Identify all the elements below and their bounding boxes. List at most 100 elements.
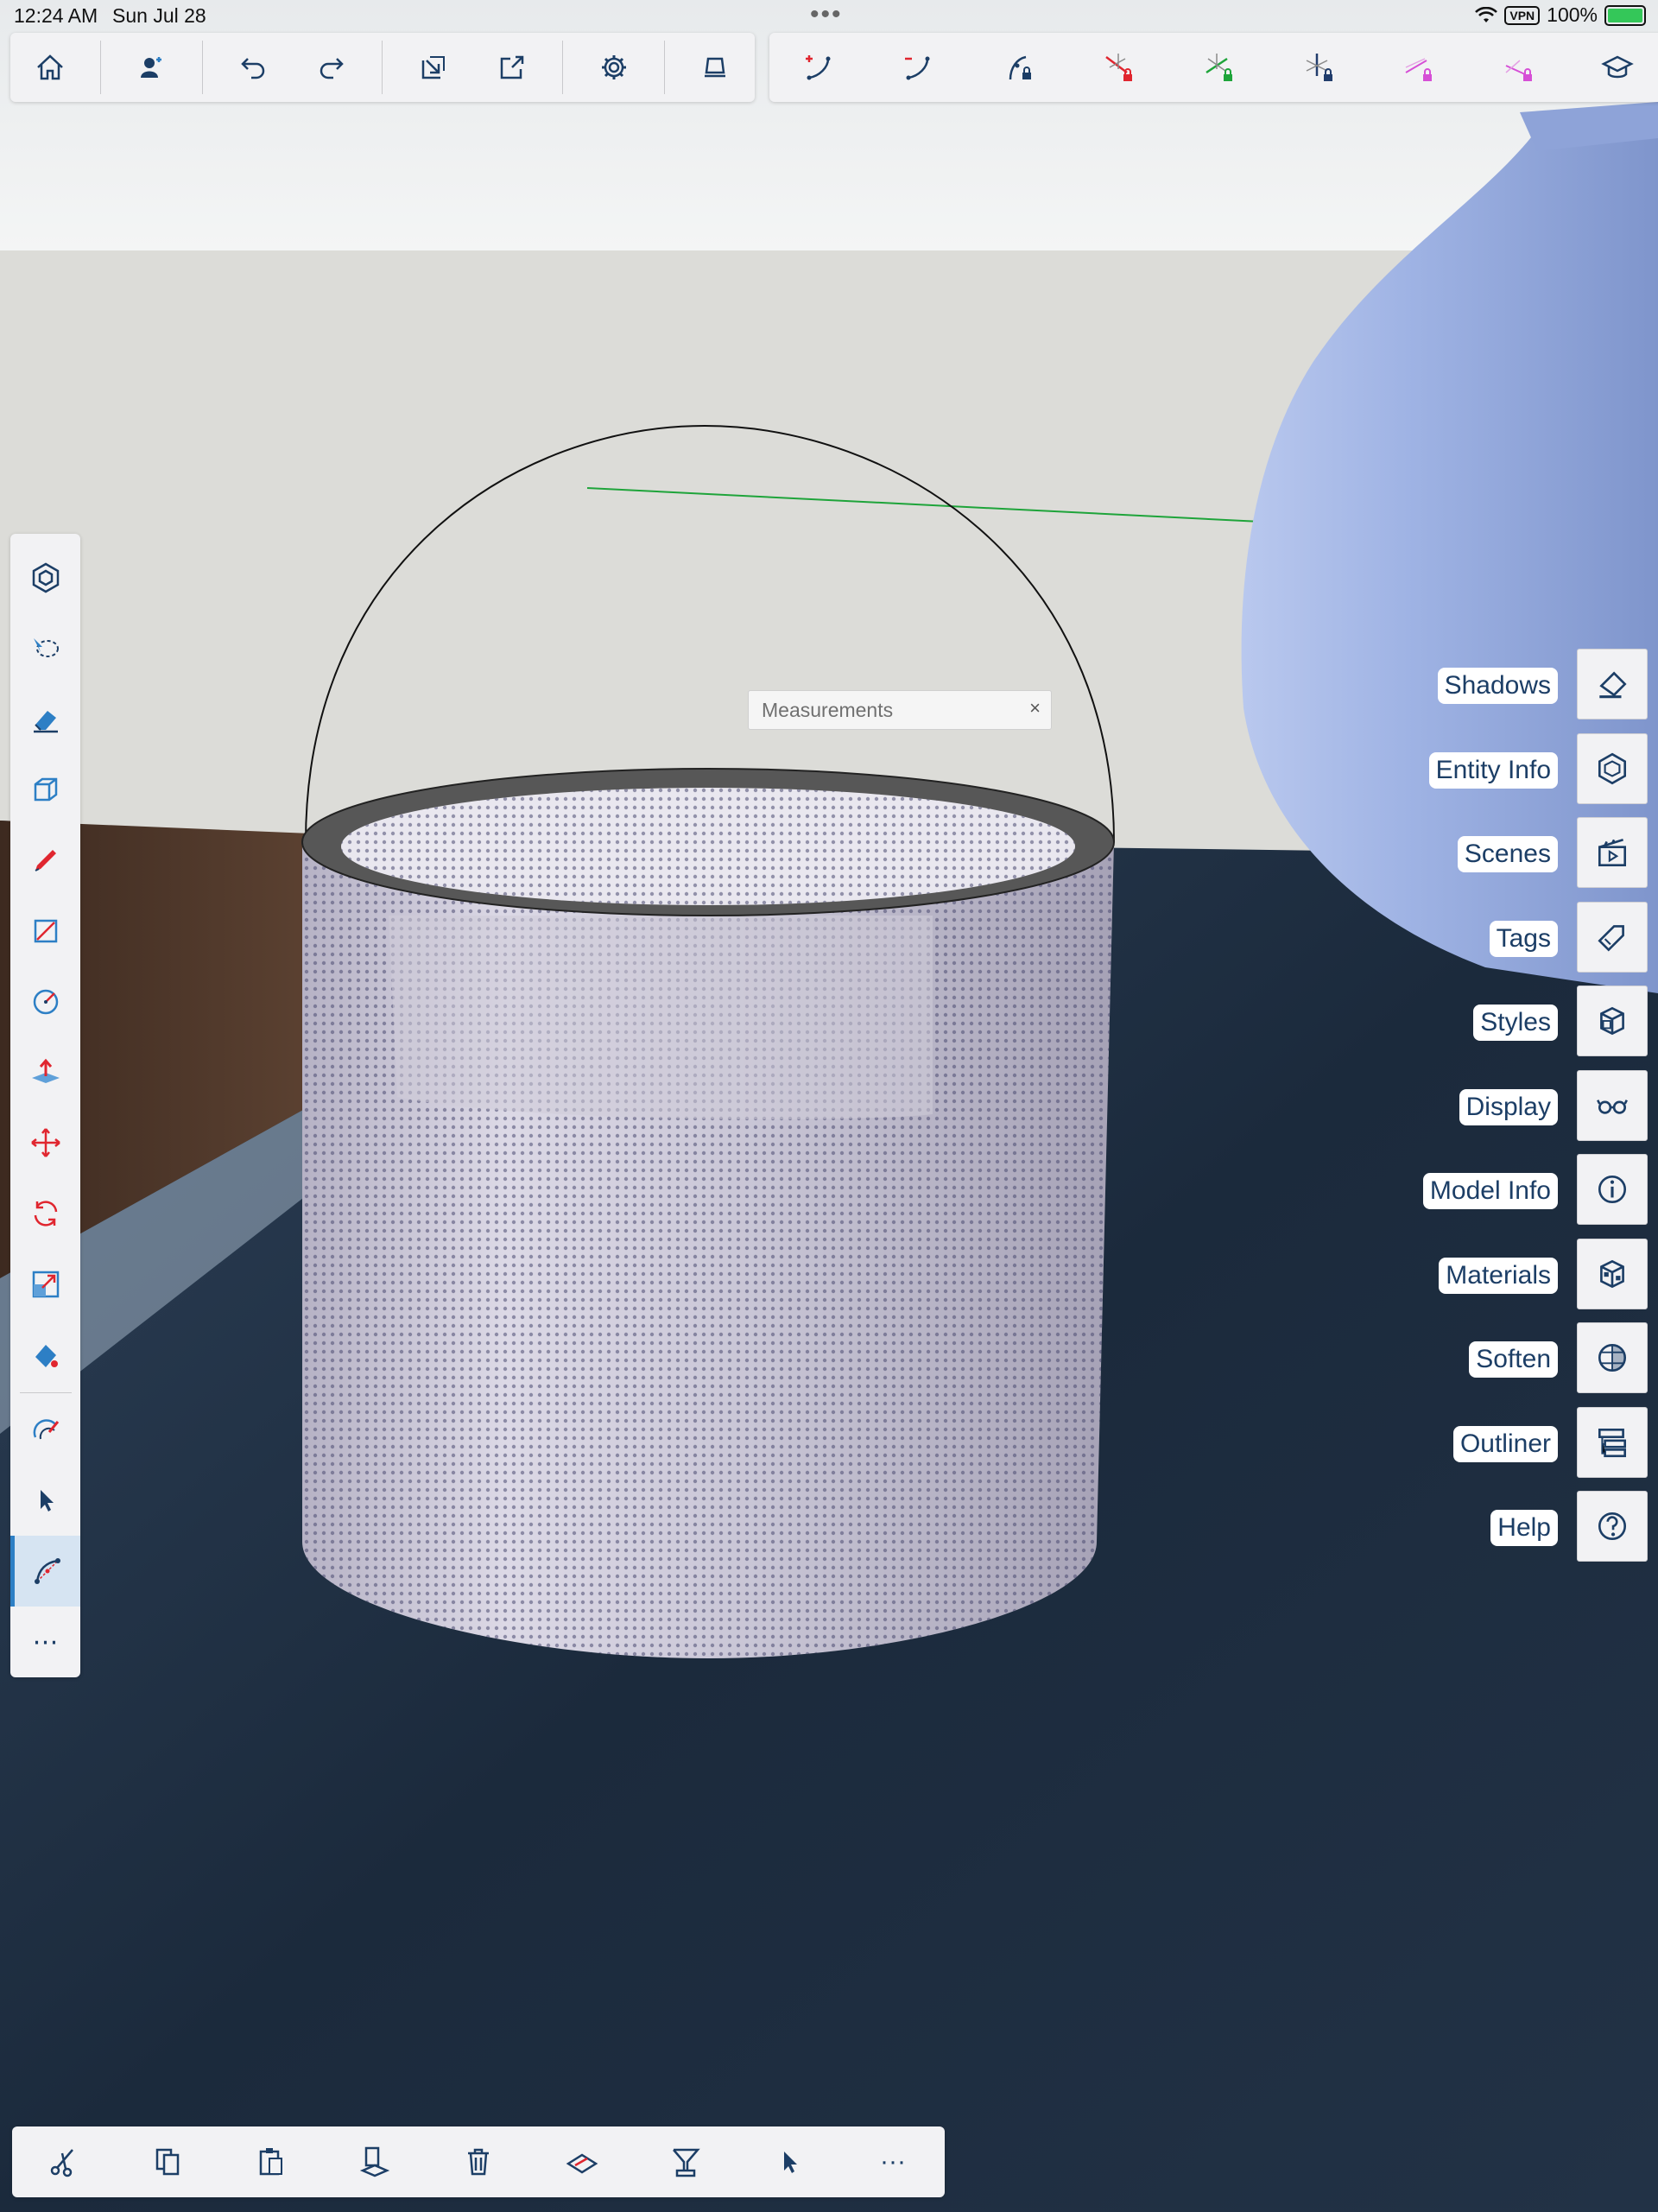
follow-me-button[interactable] [10, 1395, 80, 1466]
panel-item-styles[interactable]: Styles [1337, 986, 1648, 1056]
panel-label-help[interactable]: Help [1490, 1510, 1558, 1546]
panel-item-model-info[interactable]: Model Info [1337, 1154, 1648, 1225]
eraser-button[interactable] [10, 684, 80, 755]
shadows-button[interactable] [1577, 649, 1648, 719]
components-button[interactable] [10, 542, 80, 613]
panel-item-shadows[interactable]: Shadows [1337, 649, 1648, 719]
export-button[interactable] [484, 39, 541, 96]
toolbar-divider [663, 41, 665, 94]
make-component-button[interactable] [657, 2133, 714, 2190]
import-icon [421, 56, 445, 79]
panel-label-materials[interactable]: Materials [1439, 1258, 1558, 1294]
panel-label-shadows[interactable]: Shadows [1437, 668, 1558, 704]
panel-item-materials[interactable]: Materials [1337, 1239, 1648, 1309]
lock-green-axis-button[interactable] [1190, 39, 1247, 96]
remove-control-point-button[interactable] [890, 39, 947, 96]
paste-in-place-button[interactable] [346, 2133, 403, 2190]
panel-label-model-info[interactable]: Model Info [1422, 1173, 1558, 1209]
panel-label-outliner[interactable]: Outliner [1452, 1426, 1558, 1462]
display-button[interactable] [1577, 1070, 1648, 1141]
pencil-icon [35, 850, 56, 872]
multitask-dots[interactable]: ••• [810, 0, 843, 29]
wifi-icon [1475, 6, 1498, 22]
glasses-icon [1597, 1100, 1628, 1114]
materials-button[interactable] [1577, 1239, 1648, 1309]
panel-label-styles[interactable]: Styles [1473, 1005, 1558, 1041]
curve-edit-icon [35, 1558, 60, 1585]
delete-button[interactable] [450, 2133, 507, 2190]
home-button[interactable] [22, 39, 79, 96]
measurements-box[interactable]: Measurements × [748, 690, 1052, 730]
paste-button[interactable] [243, 2133, 300, 2190]
panel-item-display[interactable]: Display [1337, 1070, 1648, 1141]
redo-button[interactable] [303, 39, 360, 96]
lock-red-axis-button[interactable] [1090, 39, 1147, 96]
panel-item-tags[interactable]: Tags [1337, 902, 1648, 973]
outliner-button[interactable] [1577, 1407, 1648, 1478]
box-button[interactable] [10, 754, 80, 825]
left-tools-toolbar: ⋯ [10, 534, 80, 1677]
cut-button[interactable] [35, 2133, 92, 2190]
soften-sphere-icon [1598, 1343, 1627, 1372]
lock-magenta-2-button[interactable] [1490, 39, 1547, 96]
paste-icon [259, 2148, 282, 2176]
soften-button[interactable] [1577, 1322, 1648, 1393]
settings-button[interactable] [585, 39, 642, 96]
more-tools-button[interactable] [1589, 39, 1646, 96]
panel-item-soften[interactable]: Soften [1337, 1322, 1648, 1393]
panel-label-tags[interactable]: Tags [1489, 921, 1558, 957]
panel-item-entity-info[interactable]: Entity Info [1337, 733, 1648, 804]
undo-icon [241, 58, 264, 79]
lock-blue-axis-button[interactable] [1290, 39, 1347, 96]
account-button[interactable] [123, 39, 180, 96]
scissors-icon [50, 2149, 73, 2177]
toolbar-divider [19, 1391, 72, 1393]
toolbar-divider [382, 41, 383, 94]
view-tray-icon [705, 57, 726, 78]
rotate-button[interactable] [10, 1178, 80, 1249]
scale-button[interactable] [10, 1249, 80, 1320]
panel-item-outliner[interactable]: Outliner [1337, 1407, 1648, 1478]
scenes-button[interactable] [1577, 817, 1648, 888]
circle-button[interactable] [10, 967, 80, 1037]
pencil-button[interactable] [10, 825, 80, 896]
panel-item-scenes[interactable]: Scenes [1337, 817, 1648, 888]
import-button[interactable] [405, 39, 462, 96]
more-edit-button[interactable]: ··· [864, 2133, 921, 2190]
copy-icon [155, 2148, 180, 2176]
paint-button[interactable] [10, 1320, 80, 1391]
lasso-button[interactable] [10, 613, 80, 684]
panel-item-help[interactable]: Help [1337, 1491, 1648, 1562]
panel-label-entity-info[interactable]: Entity Info [1428, 752, 1558, 789]
help-button[interactable] [1577, 1491, 1648, 1562]
lock-curve-button[interactable] [990, 39, 1047, 96]
entity-info-button[interactable] [1577, 733, 1648, 804]
styles-button[interactable] [1577, 986, 1648, 1056]
view-button[interactable] [687, 39, 744, 96]
move-button[interactable] [10, 1108, 80, 1179]
select-mode-button[interactable] [761, 2133, 818, 2190]
rectangle-button[interactable] [10, 896, 80, 967]
clapperboard-icon [1598, 839, 1627, 867]
more-left-tools-button[interactable]: ⋯ [10, 1607, 80, 1677]
magenta-line-lock-icon [1405, 58, 1433, 81]
model-info-button[interactable] [1577, 1154, 1648, 1225]
add-control-point-button[interactable] [791, 39, 848, 96]
blue-axis-lock-icon [1306, 54, 1332, 81]
measurements-close-button[interactable]: × [1029, 697, 1041, 719]
panel-label-soften[interactable]: Soften [1469, 1341, 1558, 1378]
panel-label-display[interactable]: Display [1459, 1089, 1558, 1125]
panel-label-scenes[interactable]: Scenes [1457, 836, 1558, 872]
push-pull-button[interactable] [10, 1037, 80, 1108]
copy-button[interactable] [139, 2133, 196, 2190]
follow-me-icon [33, 1418, 59, 1439]
green-axis-lock-icon [1206, 54, 1232, 81]
export-icon [500, 55, 524, 79]
curve-edit-button[interactable] [10, 1536, 80, 1607]
select-button[interactable] [10, 1466, 80, 1537]
lock-magenta-button[interactable] [1389, 39, 1446, 96]
shadows-icon [1599, 671, 1627, 699]
undo-button[interactable] [225, 39, 282, 96]
tags-button[interactable] [1577, 902, 1648, 973]
make-group-button[interactable] [554, 2133, 611, 2190]
